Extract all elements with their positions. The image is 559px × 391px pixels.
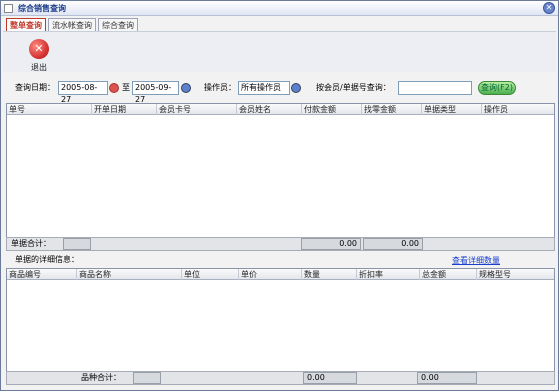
detail-summary-bar: 品种合计： 0.00 0.00 — [6, 371, 555, 385]
orders-table[interactable]: 单号 开单日期 会员卡号 会员姓名 付款金额 找零金额 单据类型 操作员 — [6, 103, 555, 238]
col-order-type[interactable]: 单据类型 — [422, 104, 482, 115]
member-search-input[interactable] — [398, 81, 472, 95]
window-title: 综合销售查询 — [18, 4, 66, 13]
col-quantity[interactable]: 数量 — [302, 269, 357, 280]
col-unit[interactable]: 单位 — [182, 269, 239, 280]
operator-select[interactable]: 所有操作员 — [238, 81, 290, 95]
orders-summary-label: 单据合计： — [11, 239, 51, 248]
col-product-code[interactable]: 商品编号 — [7, 269, 77, 280]
tab-ledger-query[interactable]: 流水帐查询 — [48, 18, 96, 31]
orders-summary-bar: 单据合计： 0.00 0.00 — [6, 237, 555, 251]
col-total-amount[interactable]: 总金额 — [420, 269, 477, 280]
main-window: 综合销售查询 ✕ 整单查询 流水帐查询 综合查询 ✕ 退出 查询日期： 2005… — [0, 0, 559, 391]
tab-bar: 整单查询 流水帐查询 综合查询 — [6, 18, 140, 31]
detail-summary-total: 0.00 — [417, 372, 477, 384]
col-operator[interactable]: 操作员 — [482, 104, 554, 115]
detail-summary-count — [133, 372, 161, 384]
col-product-name[interactable]: 商品名称 — [77, 269, 182, 280]
member-search-label: 按会员/单据号查询： — [316, 83, 391, 92]
orders-summary-amount: 0.00 — [301, 238, 361, 250]
toolbar — [3, 31, 556, 72]
close-icon[interactable]: ✕ — [543, 2, 555, 14]
orders-summary-count — [63, 238, 91, 250]
detail-summary-label: 品种合计： — [81, 373, 121, 382]
tab-combined-query[interactable]: 综合查询 — [98, 18, 138, 31]
col-paid-amount[interactable]: 付款金额 — [302, 104, 362, 115]
title-bar: 综合销售查询 ✕ — [1, 1, 558, 16]
col-change-amount[interactable]: 找零金额 — [362, 104, 422, 115]
detail-label: 单据的详细信息： — [15, 255, 79, 264]
date-from-clear-icon[interactable] — [109, 83, 119, 93]
date-label: 查询日期： — [15, 83, 55, 92]
date-to-field[interactable]: 2005-09-27 — [132, 81, 179, 104]
detail-summary-quantity: 0.00 — [303, 372, 357, 384]
exit-label: 退出 — [31, 63, 47, 72]
orders-table-header: 单号 开单日期 会员卡号 会员姓名 付款金额 找零金额 单据类型 操作员 — [7, 104, 554, 115]
chevron-down-icon[interactable] — [291, 83, 301, 93]
col-discount-rate[interactable]: 折扣率 — [357, 269, 420, 280]
tab-order-query[interactable]: 整单查询 — [6, 18, 46, 31]
view-detail-link[interactable]: 查看详细数量 — [452, 255, 500, 266]
col-order-no[interactable]: 单号 — [7, 104, 92, 115]
date-to-calendar-icon[interactable] — [181, 83, 191, 93]
exit-button[interactable]: ✕ 退出 — [25, 39, 53, 73]
operator-label: 操作员： — [204, 83, 236, 92]
date-from-field[interactable]: 2005-08-27 — [58, 81, 108, 104]
detail-table[interactable]: 商品编号 商品名称 单位 单价 数量 折扣率 总金额 规格型号 — [6, 268, 555, 372]
orders-summary-change: 0.00 — [363, 238, 423, 250]
to-label: 至 — [122, 83, 130, 92]
col-member-name[interactable]: 会员姓名 — [237, 104, 302, 115]
col-member-card[interactable]: 会员卡号 — [157, 104, 237, 115]
exit-icon: ✕ — [29, 39, 49, 59]
col-unit-price[interactable]: 单价 — [239, 269, 302, 280]
col-order-date[interactable]: 开单日期 — [92, 104, 157, 115]
query-button[interactable]: 查询(F2) — [478, 81, 516, 95]
col-spec-model[interactable]: 规格型号 — [477, 269, 554, 280]
detail-table-header: 商品编号 商品名称 单位 单价 数量 折扣率 总金额 规格型号 — [7, 269, 554, 280]
app-icon — [4, 4, 13, 13]
